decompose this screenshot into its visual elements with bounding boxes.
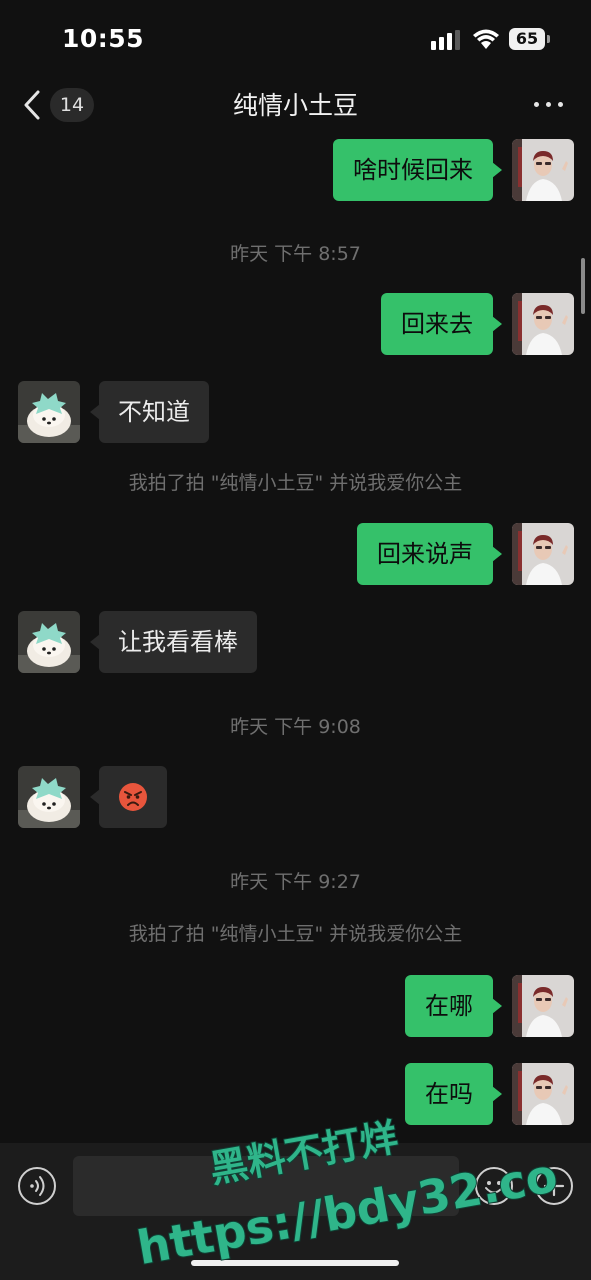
scrollbar[interactable] [581,258,585,314]
avatar[interactable] [18,766,80,828]
avatar[interactable] [512,139,574,201]
status-time: 10:55 [62,24,145,53]
timestamp: 昨天 下午 9:27 [230,871,361,893]
timestamp: 昨天 下午 9:08 [230,716,361,738]
avatar[interactable] [512,523,574,585]
system-message: 我拍了拍 "纯情小土豆" 并说我爱你公主 [128,472,463,494]
avatar[interactable] [512,1063,574,1125]
timestamp: 昨天 下午 8:57 [230,243,361,265]
more-options-icon[interactable] [532,94,566,114]
avatar[interactable] [18,381,80,443]
avatar[interactable] [18,611,80,673]
message-bubble-outgoing[interactable]: 回来说声 [357,523,502,585]
chat-title: 纯情小土豆 [232,91,358,120]
battery-icon: 65 [509,28,551,50]
watermark: 黑料不打烊 https://bdy32.co [132,1114,562,1276]
message-bubble-incoming[interactable]: 不知道 [90,381,209,443]
system-message: 我拍了拍 "纯情小土豆" 并说我爱你公主 [128,923,463,945]
emoji-icon[interactable] [475,1167,513,1205]
home-indicator [191,1260,399,1266]
status-bar: 10:55 65 [0,0,591,80]
add-icon[interactable] [535,1167,573,1205]
battery-level: 65 [509,28,545,50]
message-bubble-outgoing[interactable]: 在吗 [405,1063,502,1125]
message-input[interactable] [73,1156,459,1216]
voice-input-icon[interactable] [18,1167,56,1205]
avatar[interactable] [512,293,574,355]
cellular-signal-icon [431,30,460,50]
message-bubble-outgoing[interactable]: 在哪 [405,975,502,1037]
avatar[interactable] [512,975,574,1037]
wifi-icon [473,29,499,49]
message-bubble-outgoing[interactable]: 回来去 [381,293,502,355]
message-bubble-outgoing[interactable]: 啥时候回来 [333,139,502,201]
message-bubble-incoming[interactable] [90,766,167,828]
angry-face-emoji [119,783,147,811]
message-bubble-incoming[interactable]: 让我看看棒 [90,611,257,673]
